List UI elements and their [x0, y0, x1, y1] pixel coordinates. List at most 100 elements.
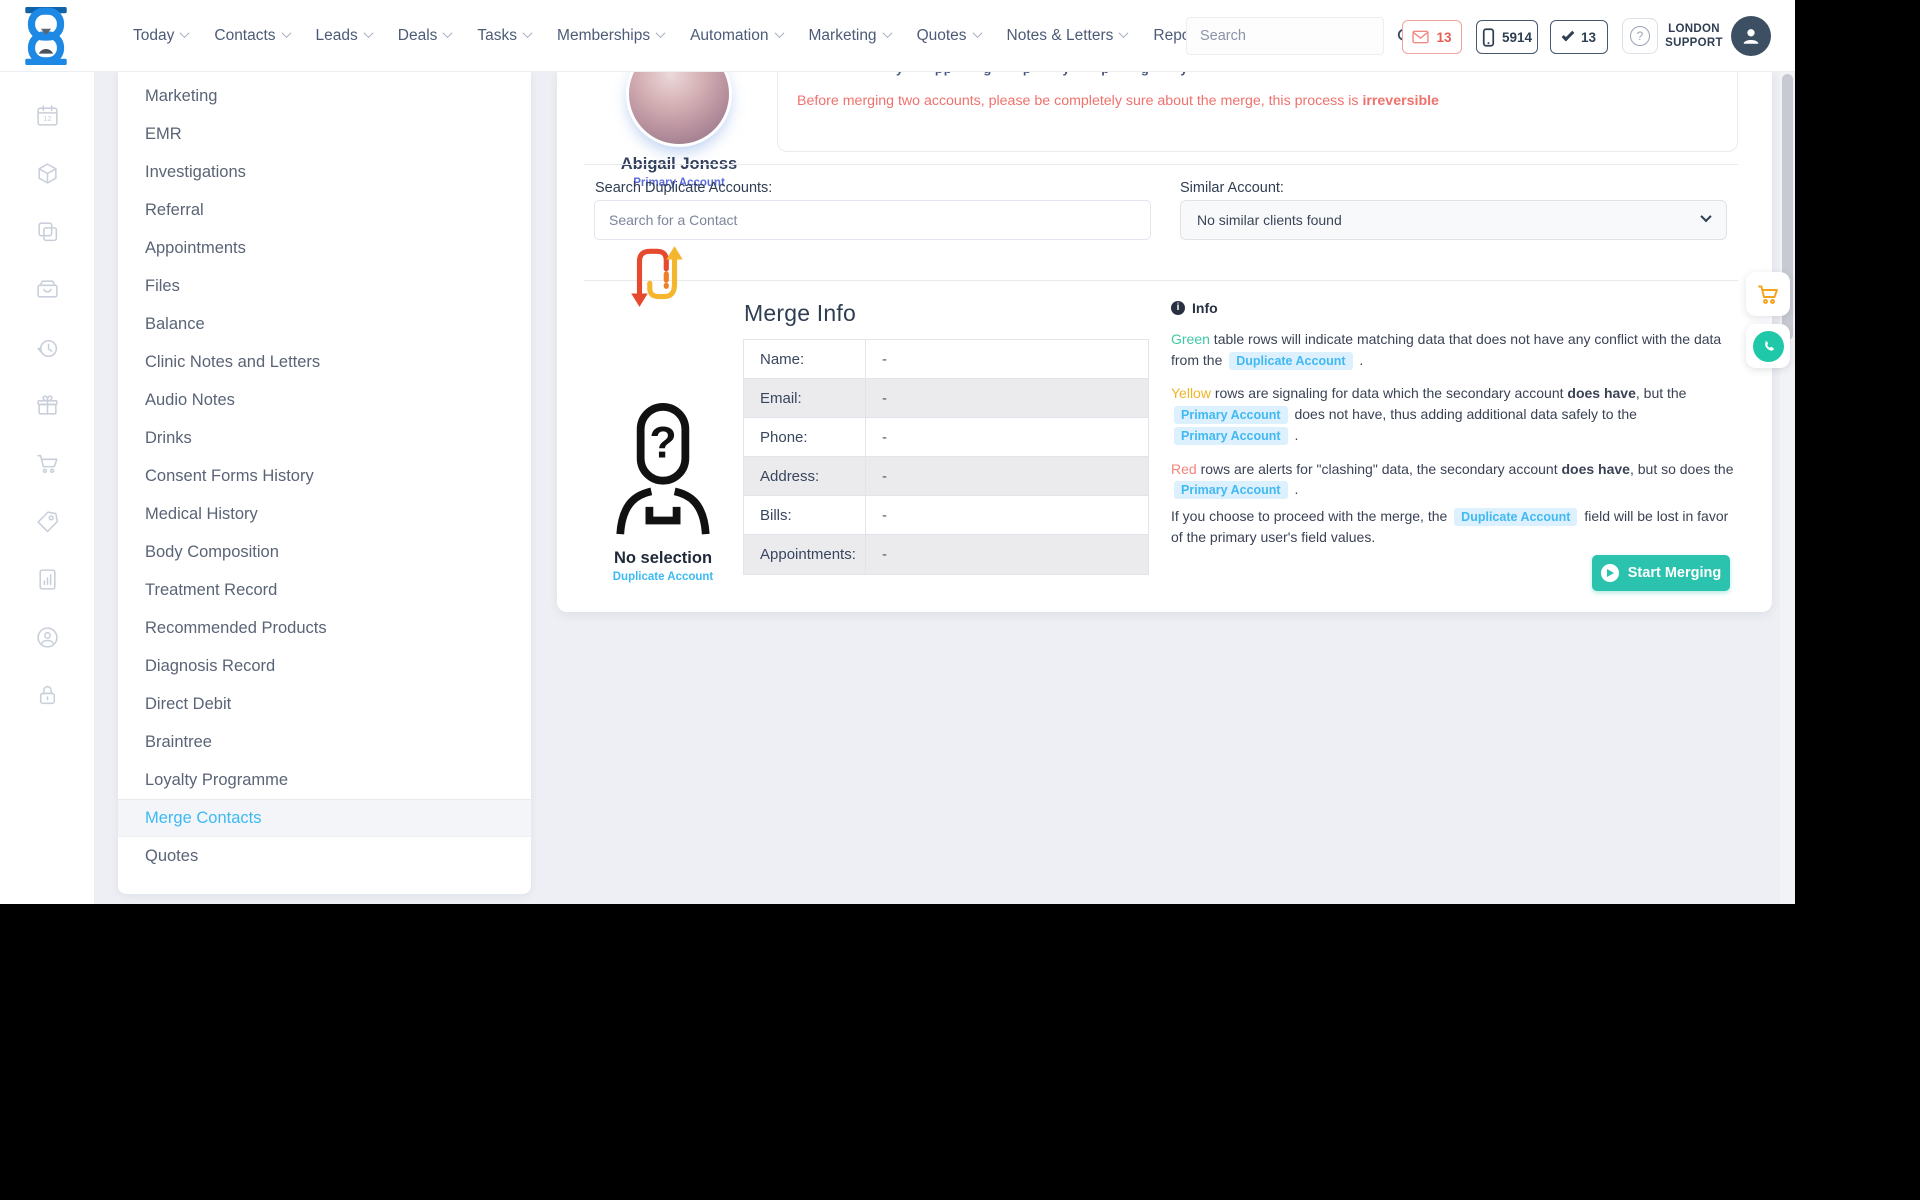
info-paragraph: Yellow rows are signaling for data which…	[1171, 383, 1737, 445]
chevron-down-icon	[882, 28, 893, 39]
menu-item-treatment-record[interactable]: Treatment Record	[118, 571, 531, 609]
text-segment: If you choose to proceed with the merge,…	[1171, 508, 1452, 525]
nav-item-label: Tasks	[477, 27, 518, 44]
menu-item-audio-notes[interactable]: Audio Notes	[118, 381, 531, 419]
text-segment: .	[1355, 351, 1364, 368]
chevron-down-icon	[522, 28, 533, 39]
merge-info-table: Name: - Email: - Phone: - Address: - Bills: - Appo…	[743, 339, 1149, 575]
text-segment: Before merging two accounts, please be c…	[797, 93, 1363, 109]
menu-item-appointments[interactable]: Appointments	[118, 229, 531, 267]
nav-item-label: Memberships	[557, 27, 651, 44]
svg-text:?: ?	[649, 418, 676, 467]
tasks-badge[interactable]: 13	[1550, 20, 1608, 54]
menu-item-clinic-notes-and-letters[interactable]: Clinic Notes and Letters	[118, 343, 531, 381]
text-segment: , but so does the	[1629, 460, 1734, 477]
report-icon[interactable]	[0, 567, 94, 625]
cart-icon[interactable]	[0, 451, 94, 509]
svg-text:12: 12	[43, 114, 51, 123]
duplicate-account-placeholder: ? No selection Duplicate Account	[593, 402, 733, 583]
nav-item-memberships[interactable]: Memberships	[544, 27, 677, 45]
menu-item-medical-history[interactable]: Medical History	[118, 495, 531, 533]
menu-item-consent-forms-history[interactable]: Consent Forms History	[118, 457, 531, 495]
duplicate-account-label: Duplicate Account	[612, 571, 714, 583]
chevron-down-icon	[1700, 210, 1712, 222]
text-segment: Yellow	[1171, 385, 1211, 402]
start-merging-label: Start Merging	[1627, 565, 1722, 581]
info-title: Info	[1192, 300, 1218, 316]
warning-text: Before merging two accounts, please be c…	[797, 93, 1725, 109]
merge-row-label: Bills:	[744, 496, 866, 534]
menu-item-referral[interactable]: Referral	[118, 191, 531, 229]
package-icon[interactable]	[0, 161, 94, 219]
contact-sections-menu: Marketing EMR Investigations Referral Appoin…	[118, 72, 531, 894]
menu-item-drinks[interactable]: Drinks	[118, 419, 531, 457]
menu-item-braintree[interactable]: Braintree	[118, 723, 531, 761]
phone-badge[interactable]: 5914	[1476, 20, 1538, 54]
nav-item-label: Quotes	[916, 27, 967, 44]
start-merging-button[interactable]: Start Merging	[1592, 555, 1730, 591]
chevron-down-icon	[774, 28, 784, 39]
merge-info-help: Info Green table rows will indicate matc…	[1171, 300, 1737, 547]
nav-item-quotes[interactable]: Quotes	[904, 27, 994, 45]
no-selection-text: No selection	[613, 549, 713, 567]
nav-item-leads[interactable]: Leads	[303, 27, 385, 45]
account-chip: Primary Account	[1174, 406, 1288, 425]
menu-item-files[interactable]: Files	[118, 267, 531, 305]
clinic-logo-icon[interactable]	[24, 7, 68, 65]
menu-item-merge-contacts[interactable]: Merge Contacts	[118, 799, 531, 837]
info-paragraph: Green table rows will indicate matching …	[1171, 329, 1737, 370]
merge-table-row: Address: -	[744, 457, 1148, 496]
duplicate-search-input[interactable]	[594, 200, 1151, 240]
nav-item-label: Today	[133, 27, 175, 44]
account-chip: Primary Account	[1174, 481, 1288, 500]
menu-item-direct-debit[interactable]: Direct Debit	[118, 685, 531, 723]
archive-icon[interactable]	[0, 277, 94, 335]
history-icon[interactable]	[0, 335, 94, 393]
menu-item-marketing[interactable]: Marketing	[118, 77, 531, 115]
help-button[interactable]	[1622, 18, 1658, 54]
divider	[584, 280, 1738, 281]
nav-item-automation[interactable]: Automation	[677, 27, 795, 45]
merge-row-value: -	[882, 389, 887, 407]
support-icon[interactable]	[0, 625, 94, 683]
menu-item-loyalty-programme[interactable]: Loyalty Programme	[118, 761, 531, 799]
text-segment: does have	[1567, 385, 1636, 402]
nav-item-contacts[interactable]: Contacts	[201, 27, 302, 45]
text-segment: .	[1290, 426, 1299, 443]
location-line2: SUPPORT	[1665, 37, 1723, 49]
account-chip: Duplicate Account	[1229, 351, 1353, 370]
similar-account-select[interactable]: No similar clients found	[1180, 200, 1727, 240]
similar-account-value: No similar clients found	[1197, 212, 1342, 228]
nav-item-deals[interactable]: Deals	[385, 27, 465, 45]
chevron-down-icon	[655, 28, 666, 39]
menu-item-diagnosis-record[interactable]: Diagnosis Record	[118, 647, 531, 685]
copy-icon[interactable]	[0, 219, 94, 277]
messages-badge[interactable]: 13	[1402, 20, 1462, 54]
search-input[interactable]	[1187, 28, 1395, 44]
price-tag-icon[interactable]	[0, 509, 94, 567]
vertical-scrollbar[interactable]	[1780, 72, 1795, 904]
user-icon	[1743, 29, 1759, 44]
menu-item-body-composition[interactable]: Body Composition	[118, 533, 531, 571]
account-chip: Duplicate Account	[1454, 508, 1578, 527]
calendar-icon[interactable]: 12	[0, 103, 94, 161]
menu-item-balance[interactable]: Balance	[118, 305, 531, 343]
nav-item-today[interactable]: Today	[120, 27, 201, 45]
cart-float-button[interactable]	[1746, 272, 1790, 316]
menu-item-investigations[interactable]: Investigations	[118, 153, 531, 191]
menu-item-recommended-products[interactable]: Recommended Products	[118, 609, 531, 647]
lock-icon[interactable]	[0, 683, 94, 741]
menu-item-emr[interactable]: EMR	[118, 115, 531, 153]
menu-item-quotes[interactable]: Quotes	[118, 837, 531, 875]
nav-item-marketing[interactable]: Marketing	[796, 27, 904, 45]
user-avatar[interactable]	[1731, 16, 1771, 56]
nav-item-tasks[interactable]: Tasks	[464, 27, 544, 45]
top-navbar: Today Contacts Leads Deals Tasks Memberships A…	[0, 0, 1795, 72]
merge-row-label: Email:	[744, 379, 866, 417]
unknown-person-icon: ?	[616, 402, 710, 535]
merge-table-row: Name: -	[744, 340, 1148, 379]
envelope-icon	[1412, 30, 1430, 44]
whatsapp-float-button[interactable]	[1746, 324, 1790, 368]
nav-item-notes-letters[interactable]: Notes & Letters	[994, 27, 1141, 45]
gift-icon[interactable]	[0, 393, 94, 451]
